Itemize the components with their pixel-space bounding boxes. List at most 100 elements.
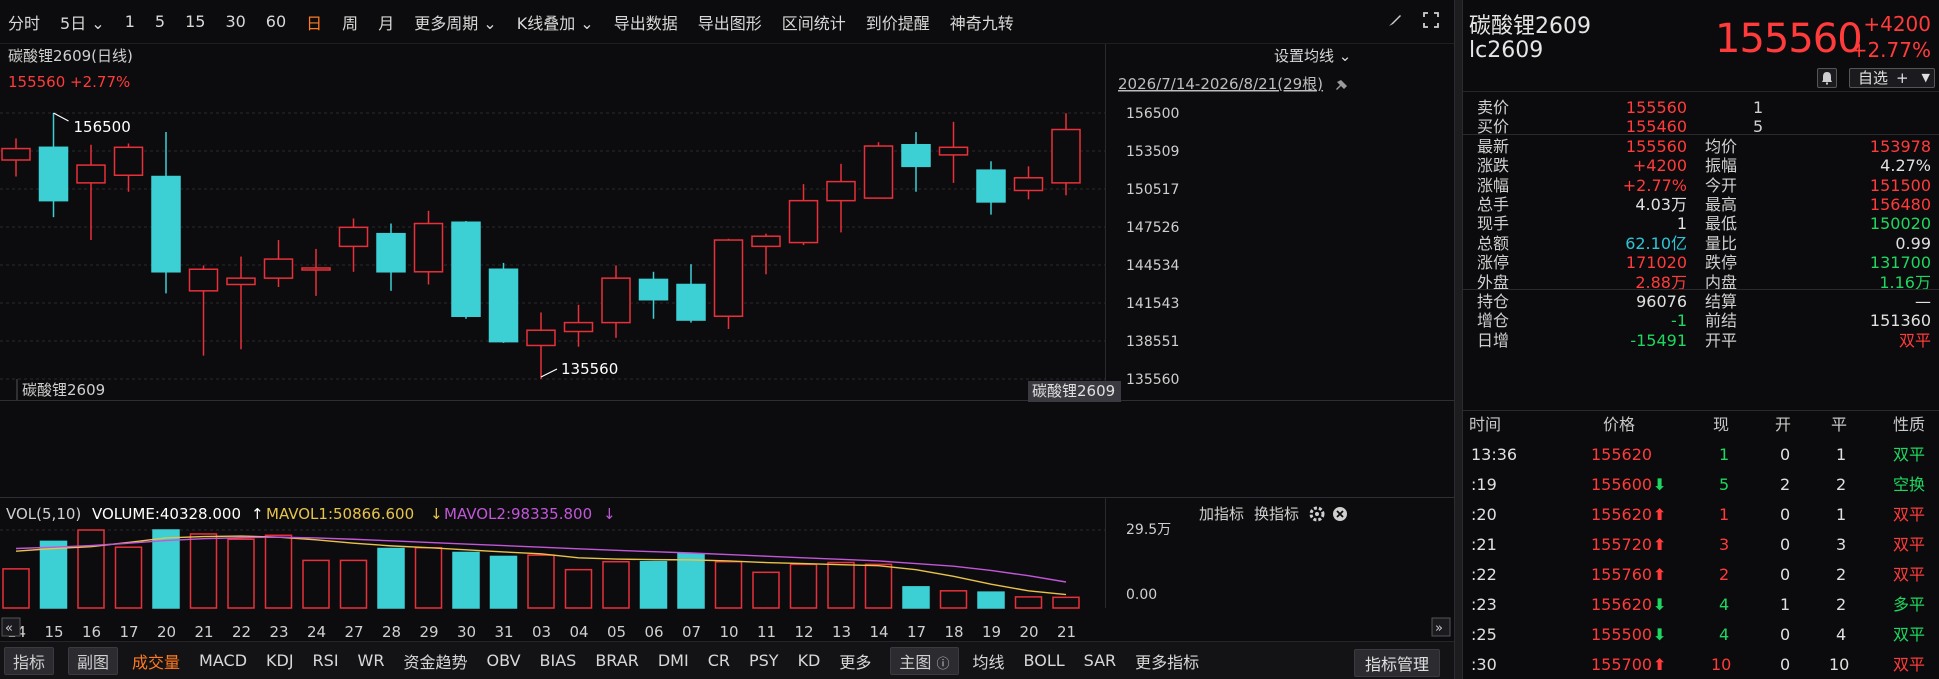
tick-header-cell: 价格 bbox=[1603, 415, 1636, 434]
main-indicator-item-3[interactable]: 更多指标 bbox=[1135, 649, 1199, 673]
volume-bar bbox=[189, 533, 218, 609]
dropdown-icon[interactable]: ▼ bbox=[1922, 69, 1930, 87]
tick-price: 155620 bbox=[1591, 505, 1653, 524]
tick-volume: 2 bbox=[1719, 565, 1730, 584]
indicator-item-7[interactable]: BIAS bbox=[540, 651, 577, 670]
tick-header-cell: 开 bbox=[1775, 415, 1792, 434]
ma-settings-button[interactable]: 设置均线 ⌄ bbox=[1274, 47, 1351, 65]
indicator-tag-1[interactable]: 副图 bbox=[68, 646, 119, 675]
volume-bar bbox=[864, 563, 893, 609]
tick-price: 155620 bbox=[1591, 445, 1653, 464]
candle bbox=[263, 240, 294, 288]
date-axis-label: 10 bbox=[720, 623, 739, 641]
indicator-item-8[interactable]: BRAR bbox=[595, 651, 639, 670]
tick-time: :25 bbox=[1471, 625, 1497, 644]
main-indicator-tag[interactable]: 主图 ⓘ bbox=[890, 646, 959, 675]
tick-header-cell: 现 bbox=[1713, 415, 1730, 434]
tick-row: :19 155600 ⬇ 5 2 2 空换 bbox=[1463, 470, 1939, 500]
pin-icon[interactable] bbox=[1336, 80, 1347, 90]
tick-open: 0 bbox=[1780, 565, 1791, 584]
tick-time: :30 bbox=[1471, 655, 1497, 674]
candle bbox=[76, 144, 106, 241]
tick-close: 2 bbox=[1836, 475, 1847, 494]
volume-bar bbox=[264, 534, 293, 609]
help-icon[interactable]: ⓘ bbox=[937, 657, 950, 672]
quote-row: 日增 -15491 开平 双平 bbox=[1463, 329, 1939, 353]
candle bbox=[713, 238, 744, 329]
candle bbox=[376, 223, 406, 291]
quote-value: -15491 bbox=[1630, 330, 1687, 350]
tick-close: 3 bbox=[1836, 535, 1847, 554]
main-indicator-item-2[interactable]: SAR bbox=[1084, 651, 1117, 670]
date-axis-label: 27 bbox=[345, 623, 364, 641]
tick-price: 155500 bbox=[1591, 625, 1653, 644]
volume-bar bbox=[2, 568, 30, 609]
vol-arrow-down-icon: ↓ bbox=[430, 505, 443, 523]
tick-header-cell: 平 bbox=[1831, 415, 1848, 434]
indicator-tag-0[interactable]: 指标 bbox=[4, 646, 55, 675]
volume-bar bbox=[1052, 596, 1080, 609]
watchlist-button[interactable]: 自选 + ▼ bbox=[1849, 68, 1935, 88]
tick-close: 1 bbox=[1836, 505, 1847, 524]
indicator-item-3[interactable]: RSI bbox=[313, 651, 339, 670]
candle bbox=[451, 220, 481, 319]
date-axis-label: 17 bbox=[907, 623, 926, 641]
candle bbox=[751, 233, 781, 275]
vol-axis-min: 0.00 bbox=[1126, 587, 1157, 603]
indicator-item-0[interactable]: 成交量 bbox=[132, 649, 180, 673]
indicator-item-5[interactable]: 资金趋势 bbox=[403, 649, 467, 673]
panel-splitter[interactable] bbox=[1454, 0, 1463, 679]
chart-price-change: 155560 +2.77% bbox=[8, 73, 130, 91]
date-axis-label: 07 bbox=[682, 623, 701, 641]
main-indicator-item-0[interactable]: 均线 bbox=[973, 649, 1005, 673]
indicator-item-11[interactable]: PSY bbox=[749, 651, 779, 670]
tick-type: 双平 bbox=[1893, 625, 1926, 644]
divider bbox=[1463, 289, 1939, 290]
volume-bar bbox=[77, 529, 105, 609]
tick-type: 双平 bbox=[1893, 505, 1926, 524]
volume-bar bbox=[752, 571, 780, 609]
date-axis-label: 14 bbox=[870, 623, 889, 641]
scroll-right-button[interactable]: » bbox=[1431, 617, 1451, 637]
tick-time: :22 bbox=[1471, 565, 1497, 584]
main-tag-label: 主图 bbox=[899, 652, 932, 672]
alert-bell-button[interactable] bbox=[1817, 68, 1837, 88]
tick-close: 2 bbox=[1836, 565, 1847, 584]
add-indicator-button[interactable]: 加指标 bbox=[1199, 505, 1244, 523]
gear-icon[interactable] bbox=[1309, 506, 1325, 522]
indicator-item-13[interactable]: 更多 bbox=[839, 649, 871, 673]
volume-bar bbox=[377, 547, 405, 609]
scroll-left-button[interactable]: « bbox=[1, 617, 21, 637]
indicator-item-4[interactable]: WR bbox=[358, 651, 385, 670]
candle bbox=[901, 132, 931, 192]
indicator-manager-button[interactable]: 指标管理 bbox=[1353, 649, 1440, 677]
candle bbox=[976, 161, 1006, 215]
volume-bar bbox=[414, 546, 443, 609]
close-icon[interactable] bbox=[1333, 507, 1347, 521]
candle bbox=[826, 163, 856, 233]
arrow-up-icon: ⬆ bbox=[1653, 535, 1667, 554]
candle bbox=[301, 248, 331, 296]
tick-open: 0 bbox=[1780, 505, 1791, 524]
tick-row: :22 155760 ⬆ 2 0 2 双平 bbox=[1463, 560, 1939, 590]
candle bbox=[1, 138, 31, 177]
date-axis-label: 23 bbox=[270, 623, 289, 641]
indicator-item-1[interactable]: MACD bbox=[199, 651, 247, 670]
chevron-right-icon: » bbox=[1435, 621, 1443, 636]
indicator-item-10[interactable]: CR bbox=[708, 651, 730, 670]
symbol-tag-crosshair-text: 碳酸锂2609 bbox=[1032, 382, 1115, 400]
indicator-item-12[interactable]: KD bbox=[798, 651, 821, 670]
tick-volume: 4 bbox=[1719, 595, 1730, 614]
indicator-item-2[interactable]: KDJ bbox=[266, 651, 294, 670]
switch-indicator-button[interactable]: 换指标 bbox=[1254, 505, 1299, 523]
main-indicator-item-1[interactable]: BOLL bbox=[1024, 651, 1065, 670]
candle bbox=[113, 143, 144, 192]
date-axis-label: 11 bbox=[757, 623, 776, 641]
kline-chart[interactable]: 1565001535091505171475261445341415431385… bbox=[0, 0, 1454, 641]
date-axis-label: 12 bbox=[795, 623, 814, 641]
price-axis-label: 150517 bbox=[1126, 182, 1179, 198]
indicator-item-9[interactable]: DMI bbox=[658, 651, 689, 670]
indicator-item-6[interactable]: OBV bbox=[487, 651, 521, 670]
tick-open: 2 bbox=[1780, 475, 1791, 494]
arrow-down-icon: ⬇ bbox=[1653, 625, 1667, 644]
